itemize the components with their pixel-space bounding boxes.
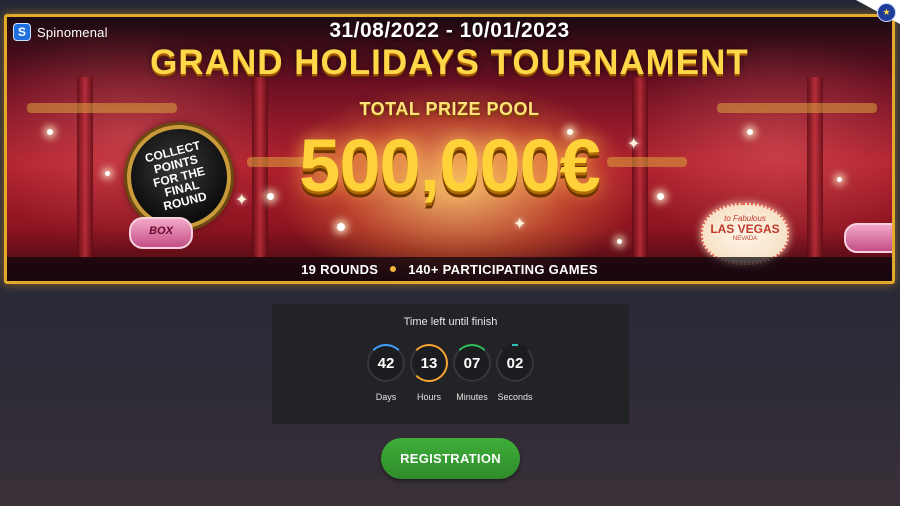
- games-count: 140+ PARTICIPATING GAMES: [408, 261, 598, 277]
- countdown-units: 42 Days 13 Hours 07 Minutes 02 Seconds: [272, 344, 629, 402]
- eu-flag-icon[interactable]: ★: [877, 3, 896, 22]
- vegas-sign-main: LAS VEGAS: [710, 222, 780, 236]
- light-dot: [617, 239, 622, 244]
- money-box-sign-text: BOX: [149, 225, 173, 237]
- hours-label: Hours: [416, 392, 441, 402]
- sparkle-icon: ✦: [513, 216, 527, 233]
- minutes-value: 07: [463, 354, 481, 372]
- light-dot: [337, 223, 345, 231]
- tournament-stats-bar: 19 ROUNDS 140+ PARTICIPATING GAMES: [7, 257, 892, 281]
- days-value: 42: [377, 354, 395, 372]
- days-ring: 42: [367, 344, 405, 382]
- minutes-label: Minutes: [456, 392, 488, 402]
- separator-dot-icon: [390, 266, 397, 272]
- countdown-minutes: 07 Minutes: [453, 344, 491, 402]
- vegas-sign-sub: NEVADA: [732, 236, 758, 243]
- right-neon-sign: [844, 223, 892, 253]
- tournament-banner: ✦ ✦ ✦ S Spinomenal 31/08/2022 - 10/01/20…: [4, 14, 895, 284]
- money-box-sign: BOX: [129, 217, 193, 249]
- countdown-panel: Time left until finish 42 Days 13 Hours …: [272, 304, 629, 424]
- hours-ring: 13: [410, 344, 448, 382]
- language-corner[interactable]: ★: [856, 0, 900, 24]
- countdown-title: Time left until finish: [403, 316, 498, 328]
- registration-button[interactable]: REGISTRATION: [381, 438, 520, 479]
- days-label: Days: [375, 392, 397, 402]
- seconds-label: Seconds: [497, 392, 533, 402]
- seconds-value: 02: [506, 354, 524, 372]
- countdown-seconds: 02 Seconds: [496, 344, 534, 402]
- seconds-ring: 02: [496, 344, 534, 382]
- prize-pool-label: TOTAL PRIZE POOL: [359, 99, 540, 119]
- rounds-count: 19 ROUNDS: [301, 261, 379, 277]
- minutes-ring: 07: [453, 344, 491, 382]
- countdown-days: 42 Days: [367, 344, 405, 402]
- las-vegas-sign: to Fabulous LAS VEGAS NEVADA: [701, 203, 789, 265]
- countdown-hours: 13 Hours: [410, 344, 448, 402]
- hours-value: 13: [420, 354, 438, 372]
- tournament-title: GRAND HOLIDAYS TOURNAMENT: [150, 43, 749, 82]
- tournament-dates: 31/08/2022 - 10/01/2023: [329, 19, 570, 42]
- badge-text: COLLECT POINTS FOR THE FINAL ROUND: [143, 137, 209, 214]
